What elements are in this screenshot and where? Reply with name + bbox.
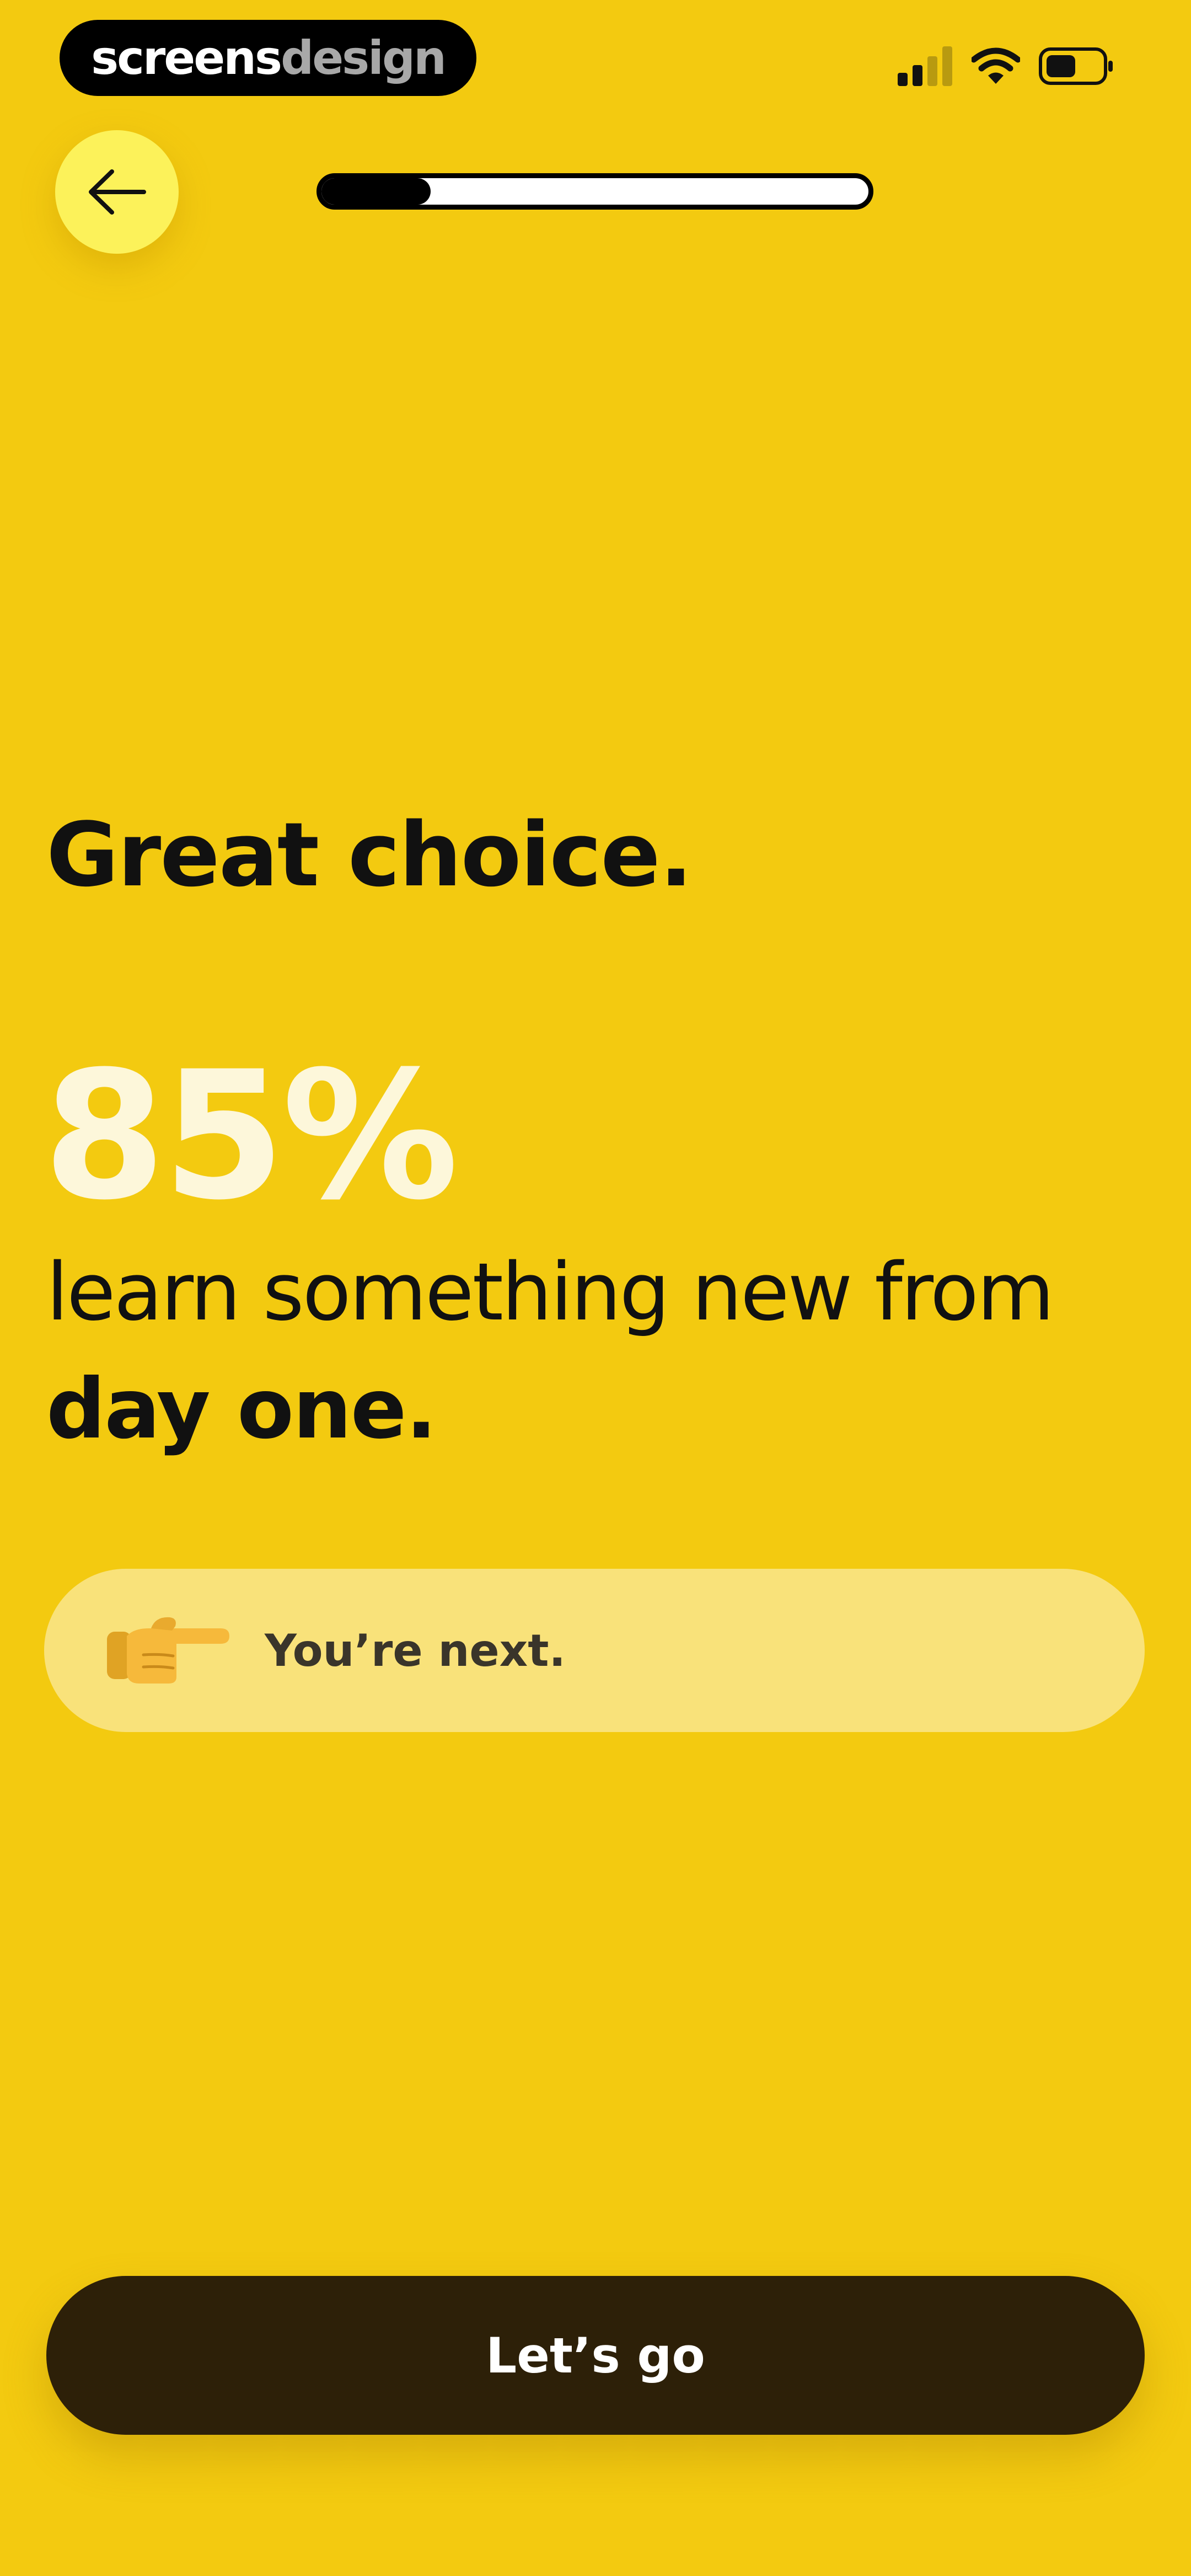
stat-description-line2: day one. [46,1361,437,1457]
brand-name-part2: design [281,31,447,85]
wifi-icon [972,47,1020,84]
stat-percentage: 85% [43,1034,459,1239]
progress-bar [316,173,873,210]
battery-icon [1039,47,1113,85]
progress-fill [321,178,431,205]
next-callout-text: You’re next. [265,1624,566,1676]
page-title: Great choice. [46,803,693,906]
lets-go-button-label: Let’s go [486,2327,705,2384]
brand-name: screensdesign [91,35,447,81]
pointing-right-hand-icon [107,1617,229,1684]
back-button[interactable] [55,130,179,254]
cellular-signal-icon [898,46,952,86]
next-callout: You’re next. [44,1569,1145,1732]
stat-description-line1: learn something new from [46,1246,1054,1338]
brand-logo: screensdesign [60,20,476,96]
brand-name-part1: screens [91,31,282,85]
arrow-left-icon [89,169,146,215]
lets-go-button[interactable]: Let’s go [46,2276,1145,2435]
status-bar [898,44,1114,88]
